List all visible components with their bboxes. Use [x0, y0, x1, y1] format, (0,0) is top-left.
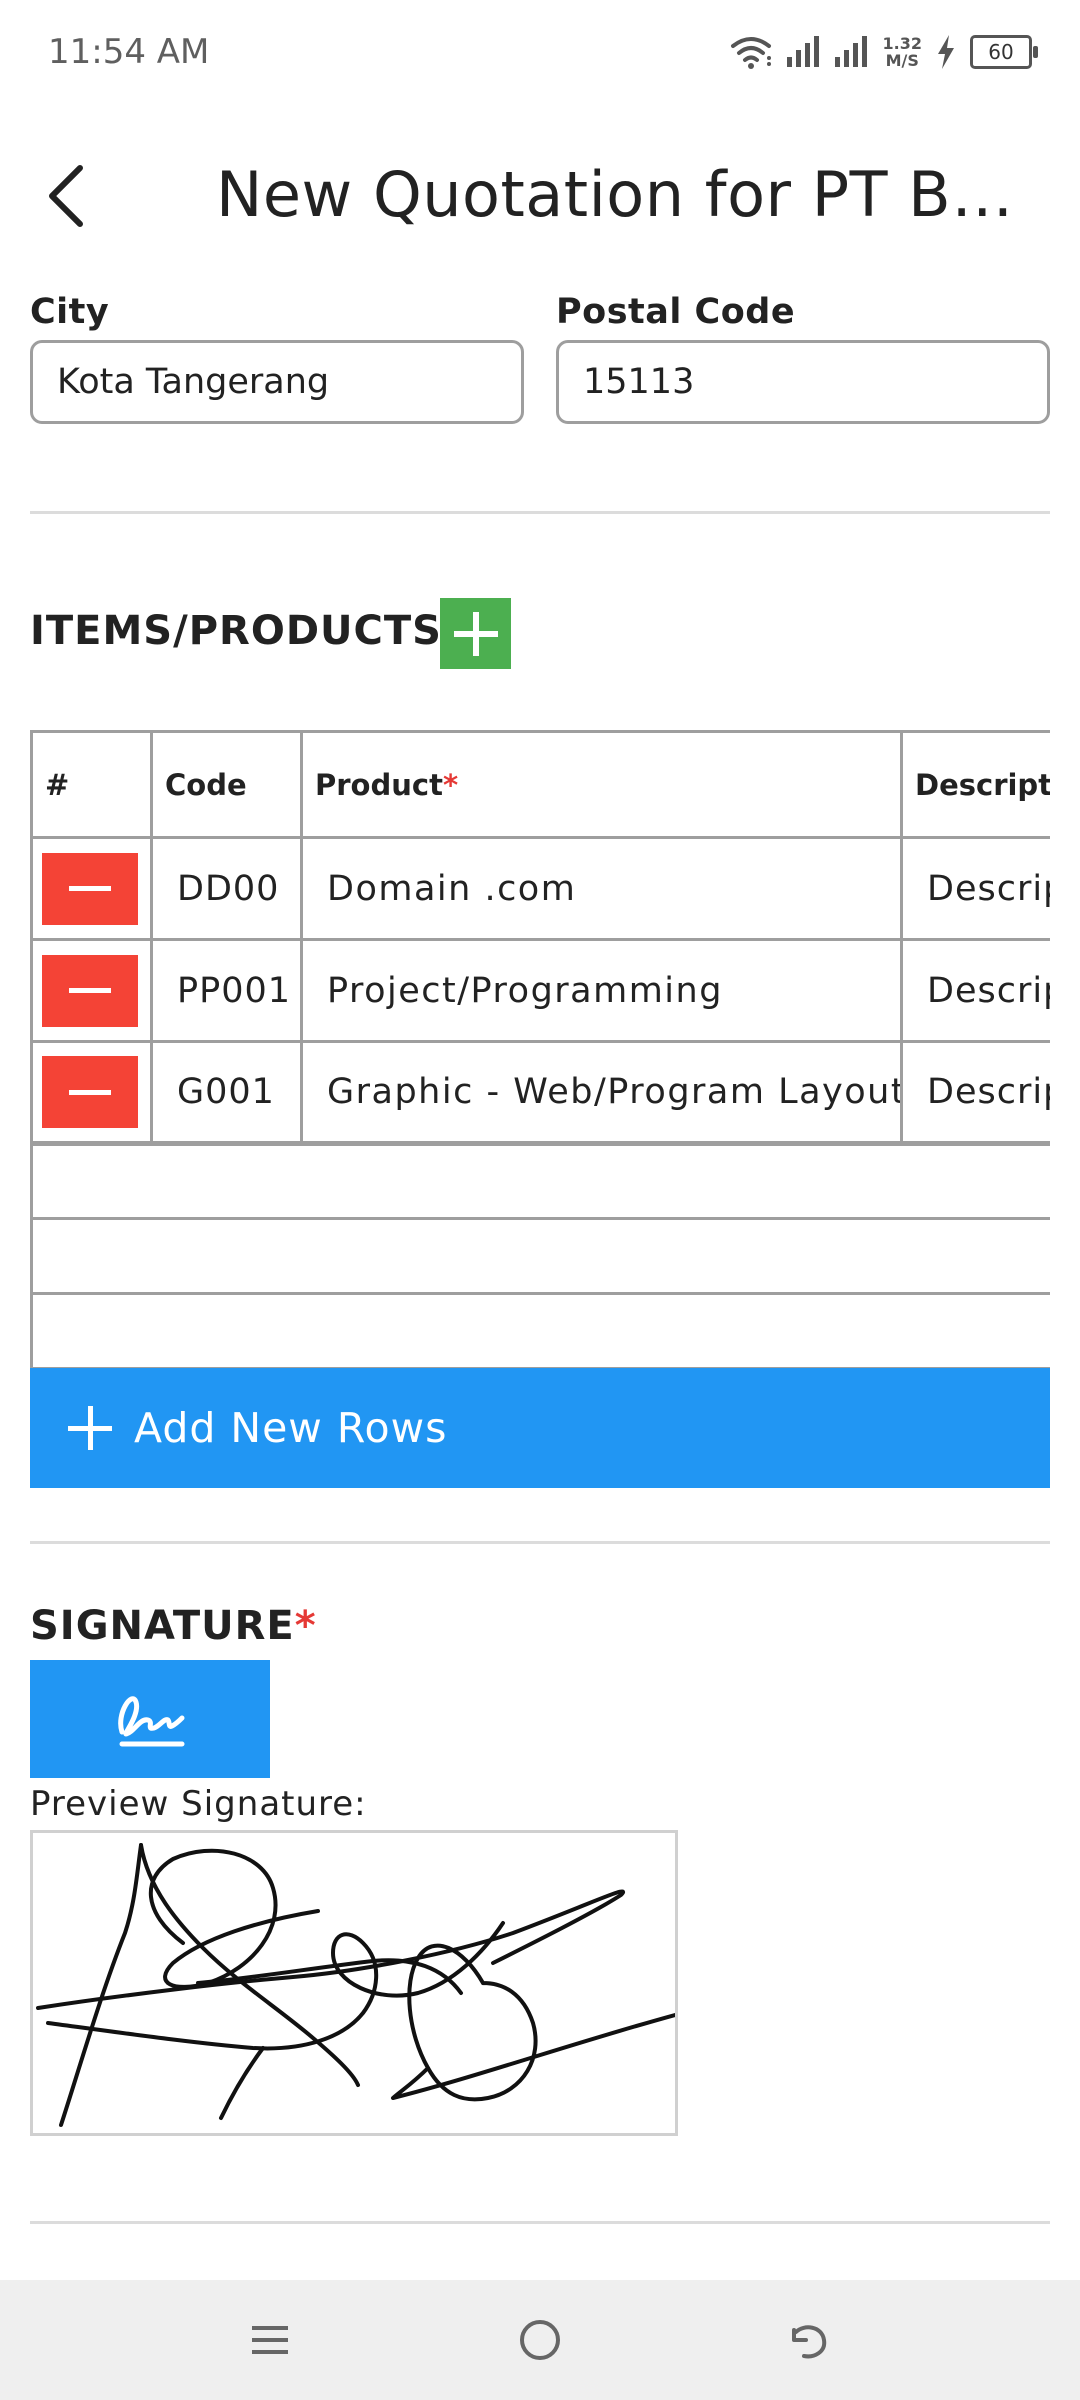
- description-cell[interactable]: Description: [900, 1040, 1050, 1146]
- required-mark: *: [442, 767, 459, 802]
- remove-row-button[interactable]: [42, 852, 138, 925]
- system-nav-bar: [0, 2280, 1080, 2400]
- empty-row: [30, 1217, 1050, 1295]
- column-header-code: Code: [150, 730, 303, 839]
- home-icon: [520, 2320, 560, 2360]
- plus-icon: [68, 1406, 112, 1450]
- minus-icon: [69, 886, 111, 891]
- row-remove-cell: [30, 938, 153, 1043]
- table-row: DD00 Domain .com Description: [30, 836, 1050, 941]
- description-cell[interactable]: Description: [900, 938, 1050, 1043]
- table-row: G001 Graphic - Web/Program Layout Descri…: [30, 1040, 1050, 1146]
- back-nav-button[interactable]: [778, 2310, 838, 2370]
- minus-icon: [69, 988, 111, 993]
- column-header-num: #: [30, 730, 153, 839]
- back-button[interactable]: [36, 156, 96, 236]
- signature-section-title: SIGNATURE*: [30, 1603, 317, 1649]
- postal-code-label: Postal Code: [556, 292, 796, 332]
- network-speed: 1.32 M/S: [883, 35, 922, 69]
- empty-row: [30, 1292, 1050, 1370]
- required-mark: *: [294, 1603, 317, 1649]
- back-arrow-icon: [49, 165, 83, 227]
- table-header-row: # Code Product* Description: [30, 730, 1050, 839]
- product-cell[interactable]: Graphic - Web/Program Layout: [300, 1040, 903, 1146]
- wifi-icon: [730, 37, 771, 69]
- empty-row-cell: [30, 1292, 1050, 1370]
- divider: [30, 2221, 1050, 2224]
- sign-button[interactable]: [30, 1660, 270, 1778]
- menu-button[interactable]: [240, 2310, 300, 2370]
- code-cell[interactable]: DD00: [150, 836, 303, 941]
- signal-icon: [834, 36, 867, 67]
- items-section-title: ITEMS/PRODUCTS: [30, 608, 442, 654]
- minus-icon: [69, 1089, 111, 1095]
- back-icon: [792, 2325, 827, 2359]
- city-input[interactable]: [30, 340, 524, 424]
- postal-code-input[interactable]: [556, 340, 1050, 424]
- preview-signature-label: Preview Signature:: [30, 1784, 367, 1824]
- table-row: PP001 Project/Programming Description: [30, 938, 1050, 1043]
- divider: [30, 511, 1050, 514]
- signature-title-label: SIGNATURE: [30, 1603, 295, 1649]
- divider: [30, 1541, 1050, 1544]
- battery-icon: 60: [970, 35, 1038, 69]
- code-cell[interactable]: PP001: [150, 938, 303, 1043]
- network-speed-unit: M/S: [885, 51, 919, 70]
- items-table: # Code Product* Description DD00 Domain …: [30, 730, 1050, 1370]
- network-speed-value: 1.32: [882, 34, 922, 53]
- description-cell[interactable]: Description: [900, 836, 1050, 941]
- city-label: City: [30, 292, 110, 332]
- add-new-rows-label: Add New Rows: [134, 1404, 448, 1452]
- add-new-rows-button[interactable]: Add New Rows: [30, 1368, 1050, 1488]
- row-remove-cell: [30, 836, 153, 941]
- remove-row-button[interactable]: [42, 954, 138, 1027]
- signature-preview: [30, 1830, 678, 2136]
- home-button[interactable]: [510, 2310, 570, 2370]
- signal-icon: [786, 36, 819, 67]
- empty-row-cell: [30, 1142, 1050, 1220]
- status-time: 11:54 AM: [48, 32, 210, 72]
- app-header: New Quotation for PT Berka...: [0, 110, 1080, 280]
- signature-icon: [118, 1696, 185, 1747]
- code-cell[interactable]: G001: [150, 1040, 303, 1146]
- column-header-product: Product*: [300, 730, 903, 839]
- row-remove-cell: [30, 1040, 153, 1146]
- signature-drawing: [36, 1843, 677, 2127]
- empty-row-cell: [30, 1217, 1050, 1295]
- page-title: New Quotation for PT Berka...: [216, 158, 1036, 231]
- add-item-button[interactable]: [440, 598, 511, 669]
- plus-icon: [453, 611, 498, 656]
- column-header-description: Description: [900, 730, 1050, 839]
- product-cell[interactable]: Project/Programming: [300, 938, 903, 1043]
- empty-row: [30, 1142, 1050, 1220]
- menu-icon: [252, 2326, 288, 2354]
- status-bar: 11:54 AM 1.32 M/S 60: [0, 0, 1080, 110]
- battery-level: 60: [988, 40, 1014, 64]
- product-cell[interactable]: Domain .com: [300, 836, 903, 941]
- remove-row-button[interactable]: [42, 1056, 138, 1128]
- status-icons: 1.32 M/S 60: [729, 30, 1038, 74]
- charging-icon: [938, 35, 954, 69]
- column-header-product-label: Product: [315, 767, 443, 802]
